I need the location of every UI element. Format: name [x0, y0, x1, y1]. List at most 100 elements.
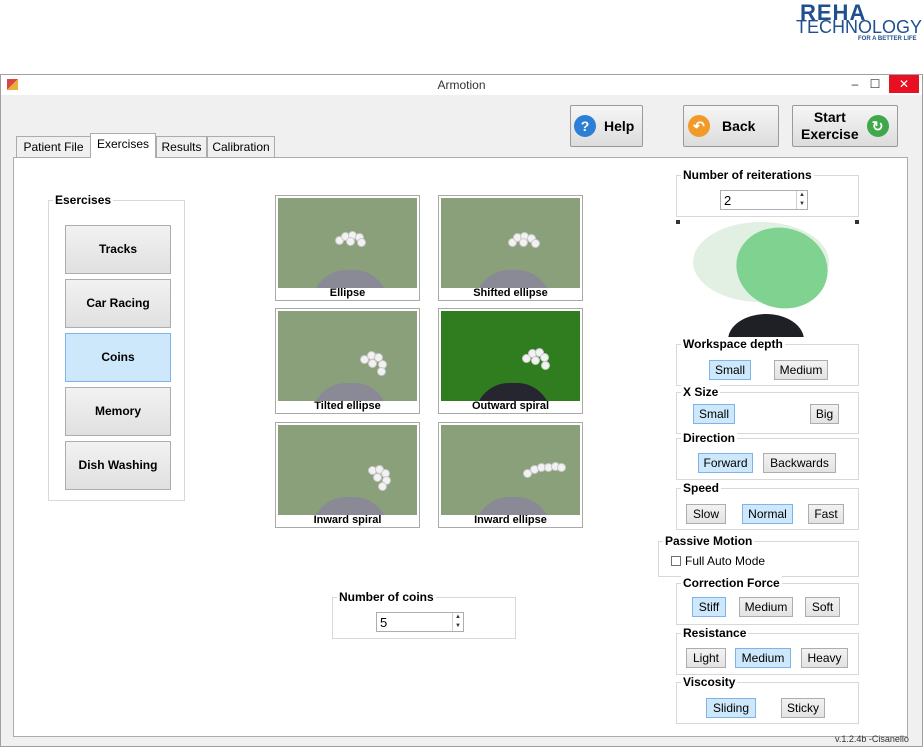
- viscosity-group: Viscosity Sliding Sticky: [676, 675, 859, 724]
- window-title: Armotion: [437, 78, 486, 92]
- spinner-arrows[interactable]: ▲ ▼: [452, 613, 463, 631]
- thumbnail-image: [441, 198, 580, 288]
- number-of-coins-group: Number of coins 5 ▲ ▼: [332, 590, 516, 639]
- exercise-dish-washing-button[interactable]: Dish Washing: [65, 441, 171, 490]
- back-button-label: Back: [722, 118, 756, 134]
- exercise-tracks-button[interactable]: Tracks: [65, 225, 171, 274]
- full-auto-mode-label[interactable]: Full Auto Mode: [685, 554, 765, 568]
- speed-group: Speed Slow Normal Fast: [676, 481, 859, 530]
- speed-label: Speed: [681, 481, 722, 495]
- number-of-coins-spinner[interactable]: 5 ▲ ▼: [376, 612, 464, 632]
- speed-fast-button[interactable]: Fast: [808, 504, 844, 524]
- thumbnail-inward-ellipse[interactable]: Inward ellipse: [438, 422, 583, 528]
- app-window: Armotion – ☐ ✕ Patient File Exercises Re…: [0, 74, 923, 747]
- arm-shape: [475, 270, 551, 288]
- start-button-label-line2: Exercise: [801, 126, 859, 142]
- exercise-car-racing-button[interactable]: Car Racing: [65, 279, 171, 328]
- arm-base-shape: [728, 314, 804, 337]
- arm-shape: [475, 383, 551, 401]
- workspace-depth-small-button[interactable]: Small: [709, 360, 751, 380]
- thumbnail-image: [441, 311, 580, 401]
- arm-shape: [475, 497, 551, 515]
- close-button[interactable]: ✕: [889, 75, 919, 93]
- arm-shape: [312, 497, 388, 515]
- tab-patient-file[interactable]: Patient File: [16, 136, 91, 158]
- reiterations-group: Number of reiterations 2 ▲ ▼: [676, 168, 859, 217]
- back-button[interactable]: ↶ Back: [683, 105, 779, 147]
- reiterations-value: 2: [724, 193, 732, 208]
- arm-shape: [312, 270, 388, 288]
- resistance-heavy-button[interactable]: Heavy: [801, 648, 848, 668]
- exercise-memory-button[interactable]: Memory: [65, 387, 171, 436]
- resistance-group: Resistance Light Medium Heavy: [676, 626, 859, 675]
- workspace-diagram: [676, 220, 859, 337]
- tab-exercises[interactable]: Exercises: [90, 133, 156, 158]
- thumbnail-shifted-ellipse[interactable]: Shifted ellipse: [438, 195, 583, 301]
- workspace-depth-medium-button[interactable]: Medium: [774, 360, 828, 380]
- speed-slow-button[interactable]: Slow: [686, 504, 726, 524]
- direction-forward-button[interactable]: Forward: [698, 453, 753, 473]
- correction-force-stiff-button[interactable]: Stiff: [692, 597, 726, 617]
- x-size-label: X Size: [681, 385, 721, 399]
- thumbnail-outward-spiral[interactable]: Outward spiral: [438, 308, 583, 414]
- logo-tagline: FOR A BETTER LIFE: [858, 36, 917, 42]
- workspace-depth-group: Workspace depth Small Medium: [676, 337, 859, 386]
- x-size-group: X Size Small Big: [676, 385, 859, 434]
- x-size-small-button[interactable]: Small: [693, 404, 735, 424]
- viscosity-sticky-button[interactable]: Sticky: [781, 698, 825, 718]
- thumbnail-label: Tilted ellipse: [314, 400, 381, 412]
- help-button-label: Help: [604, 118, 635, 134]
- back-arrow-icon: ↶: [688, 115, 710, 137]
- viscosity-sliding-button[interactable]: Sliding: [706, 698, 756, 718]
- thumbnail-label: Inward spiral: [313, 514, 382, 526]
- reiterations-label: Number of reiterations: [681, 168, 814, 182]
- direction-label: Direction: [681, 431, 738, 445]
- exercises-tab-page: Esercises Tracks Car Racing Coins Memory…: [13, 157, 908, 737]
- thumbnail-label: Outward spiral: [471, 400, 550, 412]
- thumbnail-ellipse[interactable]: Ellipse: [275, 195, 420, 301]
- tab-calibration[interactable]: Calibration: [207, 136, 275, 158]
- thumbnail-image: [278, 425, 417, 515]
- resistance-label: Resistance: [681, 626, 749, 640]
- reha-logo: REHA TECHNOLOGY FOR A BETTER LIFE: [796, 2, 923, 43]
- number-of-coins-label: Number of coins: [337, 590, 436, 604]
- version-label: v.1.2.4b -Cisanello: [835, 734, 909, 744]
- tab-results[interactable]: Results: [156, 136, 207, 158]
- direction-backwards-button[interactable]: Backwards: [763, 453, 836, 473]
- arm-shape: [312, 383, 388, 401]
- x-size-big-button[interactable]: Big: [810, 404, 839, 424]
- logo-technology-text: TECHNOLOGY: [796, 17, 923, 37]
- maximize-button[interactable]: ☐: [863, 75, 887, 93]
- correction-force-medium-button[interactable]: Medium: [739, 597, 793, 617]
- speed-normal-button[interactable]: Normal: [742, 504, 793, 524]
- help-button[interactable]: ? Help: [570, 105, 643, 147]
- help-icon: ?: [574, 115, 596, 137]
- start-exercise-button[interactable]: Start Exercise ↻: [792, 105, 898, 147]
- full-auto-mode-checkbox[interactable]: [671, 556, 681, 566]
- exercises-group-title: Esercises: [53, 193, 114, 207]
- correction-force-label: Correction Force: [681, 576, 782, 590]
- thumbnail-image: [278, 198, 417, 288]
- direction-group: Direction Forward Backwards: [676, 431, 859, 480]
- workspace-preview: [676, 220, 859, 337]
- number-of-coins-value: 5: [380, 615, 388, 630]
- exercise-coins-button[interactable]: Coins: [65, 333, 171, 382]
- workspace-depth-label: Workspace depth: [681, 337, 785, 351]
- start-button-label-line1: Start: [813, 109, 846, 125]
- thumbnail-tilted-ellipse[interactable]: Tilted ellipse: [275, 308, 420, 414]
- resistance-light-button[interactable]: Light: [686, 648, 726, 668]
- passive-motion-label: Passive Motion: [663, 534, 755, 548]
- resistance-medium-button[interactable]: Medium: [735, 648, 791, 668]
- thumbnail-label: Inward ellipse: [474, 514, 547, 526]
- exercises-group: Esercises Tracks Car Racing Coins Memory…: [48, 193, 185, 501]
- passive-motion-group: Passive Motion Full Auto Mode: [658, 534, 859, 577]
- thumbnail-image: [278, 311, 417, 401]
- reiterations-spinner[interactable]: 2 ▲ ▼: [720, 190, 808, 210]
- thumbnail-label: Ellipse: [329, 287, 366, 299]
- thumbnail-label: Shifted ellipse: [473, 287, 548, 299]
- viscosity-label: Viscosity: [681, 675, 738, 689]
- spinner-arrows[interactable]: ▲ ▼: [796, 191, 807, 209]
- correction-force-group: Correction Force Stiff Medium Soft: [676, 576, 859, 625]
- correction-force-soft-button[interactable]: Soft: [805, 597, 840, 617]
- thumbnail-inward-spiral[interactable]: Inward spiral: [275, 422, 420, 528]
